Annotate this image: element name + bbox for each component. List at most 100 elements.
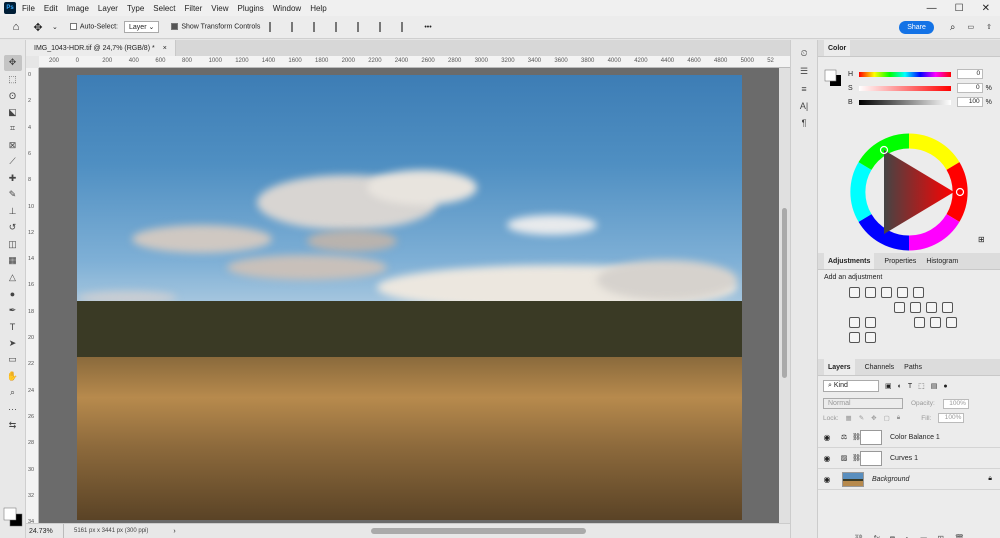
posterize-icon[interactable] xyxy=(930,317,941,328)
align-center-icon[interactable] xyxy=(291,22,301,32)
learn-icon[interactable]: ☰ xyxy=(800,66,808,77)
new-adjustment-icon[interactable]: ◐ xyxy=(905,534,910,538)
layer-row[interactable]: ◉ ▨ ⛓ Curves 1 xyxy=(818,448,1000,469)
color-swatch-preview[interactable] xyxy=(824,69,842,87)
transform-controls-checkbox[interactable]: Show Transform Controls xyxy=(171,23,260,31)
delete-layer-icon[interactable]: 🗑︎ xyxy=(954,534,964,538)
share-arrow-icon[interactable]: ⇧ xyxy=(986,23,992,31)
tab-properties[interactable]: Properties xyxy=(884,253,916,269)
blur-tool-icon[interactable]: △ xyxy=(4,270,22,286)
color-swatches[interactable] xyxy=(2,506,24,528)
opacity-value[interactable]: 100% xyxy=(942,398,969,409)
auto-select-target-dropdown[interactable]: Layer ⌄ xyxy=(124,21,160,33)
hand-tool-icon[interactable]: ✋ xyxy=(4,369,22,385)
menu-select[interactable]: Select xyxy=(153,4,175,13)
history-brush-tool-icon[interactable]: ↺ xyxy=(4,220,22,236)
tab-paths[interactable]: Paths xyxy=(904,359,922,375)
vibrance-icon[interactable] xyxy=(913,287,924,298)
levels-icon[interactable] xyxy=(865,287,876,298)
share-button[interactable]: Share xyxy=(899,20,934,34)
zoom-tool-icon[interactable]: ⌕ xyxy=(4,385,22,401)
object-select-tool-icon[interactable]: ⬕ xyxy=(4,105,22,121)
path-select-tool-icon[interactable]: ➤ xyxy=(4,336,22,352)
exposure-icon[interactable] xyxy=(897,287,908,298)
fill-value[interactable]: 100% xyxy=(938,413,965,423)
menu-image[interactable]: Image xyxy=(67,4,89,13)
rectangle-tool-icon[interactable]: ▭ xyxy=(4,352,22,368)
menu-filter[interactable]: Filter xyxy=(185,4,203,13)
threshold-icon[interactable] xyxy=(946,317,957,328)
link-layers-icon[interactable]: ⛓ xyxy=(854,534,864,538)
marquee-tool-icon[interactable]: ⬚ xyxy=(4,72,22,88)
hue-value[interactable]: 0 xyxy=(957,69,984,79)
selective-color-icon[interactable] xyxy=(865,332,876,343)
workspace-icon[interactable]: ▭ xyxy=(968,23,975,31)
lock-pixels-icon[interactable]: ✎ xyxy=(859,414,864,422)
zoom-level[interactable]: 24.73% xyxy=(26,524,64,538)
tab-histogram[interactable]: Histogram xyxy=(926,253,958,269)
filter-smart-icon[interactable]: ▤ xyxy=(931,382,938,390)
more-options-button[interactable]: ••• xyxy=(424,24,431,31)
menu-plugins[interactable]: Plugins xyxy=(238,4,264,13)
horizontal-scroll-thumb[interactable] xyxy=(371,528,586,534)
layer-filter-dropdown[interactable]: ⌕ Kind xyxy=(823,380,879,392)
swap-colors-icon[interactable]: ⇆ xyxy=(4,418,22,434)
dodge-tool-icon[interactable]: ● xyxy=(4,286,22,302)
vertical-scroll-thumb[interactable] xyxy=(782,208,787,378)
new-layer-icon[interactable]: ⊞ xyxy=(937,534,944,538)
channel-mixer-icon[interactable] xyxy=(849,317,860,328)
curves-icon[interactable] xyxy=(881,287,892,298)
layer-row[interactable]: ◉ ⚖ ⛓ Color Balance 1 xyxy=(818,427,1000,448)
move-tool-icon[interactable]: ✥ xyxy=(30,19,46,35)
distribute-icon[interactable] xyxy=(401,22,411,32)
color-wheel[interactable] xyxy=(849,132,969,252)
close-window-button[interactable]: ✕ xyxy=(982,3,990,14)
filter-type-icon[interactable]: T xyxy=(908,383,912,390)
blend-mode-dropdown[interactable]: Normal xyxy=(823,398,903,409)
type-tool-icon[interactable]: T xyxy=(4,319,22,335)
lasso-tool-icon[interactable]: ʘ xyxy=(4,88,22,104)
minimize-button[interactable]: — xyxy=(927,3,937,14)
lock-artboard-icon[interactable]: ▢ xyxy=(884,414,890,422)
tool-preset-chevron-icon[interactable]: ⌄ xyxy=(52,23,58,31)
character-icon[interactable]: A| xyxy=(800,101,808,111)
layer-lock-icon[interactable]: 🔒︎ xyxy=(988,475,992,483)
close-tab-icon[interactable]: × xyxy=(163,45,167,52)
photo-filter-icon[interactable] xyxy=(942,302,953,313)
menu-file[interactable]: File xyxy=(22,4,35,13)
black-white-icon[interactable] xyxy=(926,302,937,313)
paragraph-icon[interactable]: ¶ xyxy=(802,118,807,128)
visibility-eye-icon[interactable]: ◉ xyxy=(818,433,836,442)
menu-layer[interactable]: Layer xyxy=(98,4,118,13)
lock-transparent-icon[interactable]: ▦ xyxy=(846,414,852,422)
visibility-eye-icon[interactable]: ◉ xyxy=(818,454,836,463)
move-tool-icon[interactable]: ✥ xyxy=(3,55,22,71)
tab-layers[interactable]: Layers xyxy=(824,359,855,375)
filter-shape-icon[interactable]: ⬚ xyxy=(918,382,925,390)
saturation-slider[interactable] xyxy=(858,85,951,91)
document-tab[interactable]: IMG_1043-HDR.tif @ 24,7% (RGB/8) * × xyxy=(26,40,176,56)
history-icon[interactable]: ⏲ xyxy=(800,48,807,59)
filter-adjustment-icon[interactable]: ◐ xyxy=(898,383,902,390)
menu-edit[interactable]: Edit xyxy=(44,4,58,13)
eyedropper-tool-icon[interactable]: ⟋ xyxy=(4,154,22,170)
vertical-scrollbar[interactable] xyxy=(779,68,790,523)
gradient-tool-icon[interactable]: ▦ xyxy=(4,253,22,269)
properties-icon[interactable]: ≡ xyxy=(801,84,806,94)
layer-style-icon[interactable]: fx xyxy=(874,534,880,538)
align-top-icon[interactable] xyxy=(335,22,345,32)
canvas-area[interactable] xyxy=(39,68,779,523)
new-group-icon[interactable]: ▭ xyxy=(920,534,928,538)
spot-healing-tool-icon[interactable]: ✚ xyxy=(4,171,22,187)
maximize-button[interactable]: ☐ xyxy=(955,3,964,14)
status-expand-icon[interactable]: › xyxy=(173,528,175,535)
menu-window[interactable]: Window xyxy=(273,4,301,13)
brightness-value[interactable]: 100 xyxy=(956,97,983,107)
add-mask-icon[interactable]: ◙ xyxy=(890,534,895,538)
saturation-value[interactable]: 0 xyxy=(956,83,983,93)
home-icon[interactable]: ⌂ xyxy=(8,19,24,35)
tab-adjustments[interactable]: Adjustments xyxy=(824,253,875,269)
brightness-icon[interactable] xyxy=(849,287,860,298)
visibility-eye-icon[interactable]: ◉ xyxy=(818,475,836,484)
menu-type[interactable]: Type xyxy=(127,4,144,13)
